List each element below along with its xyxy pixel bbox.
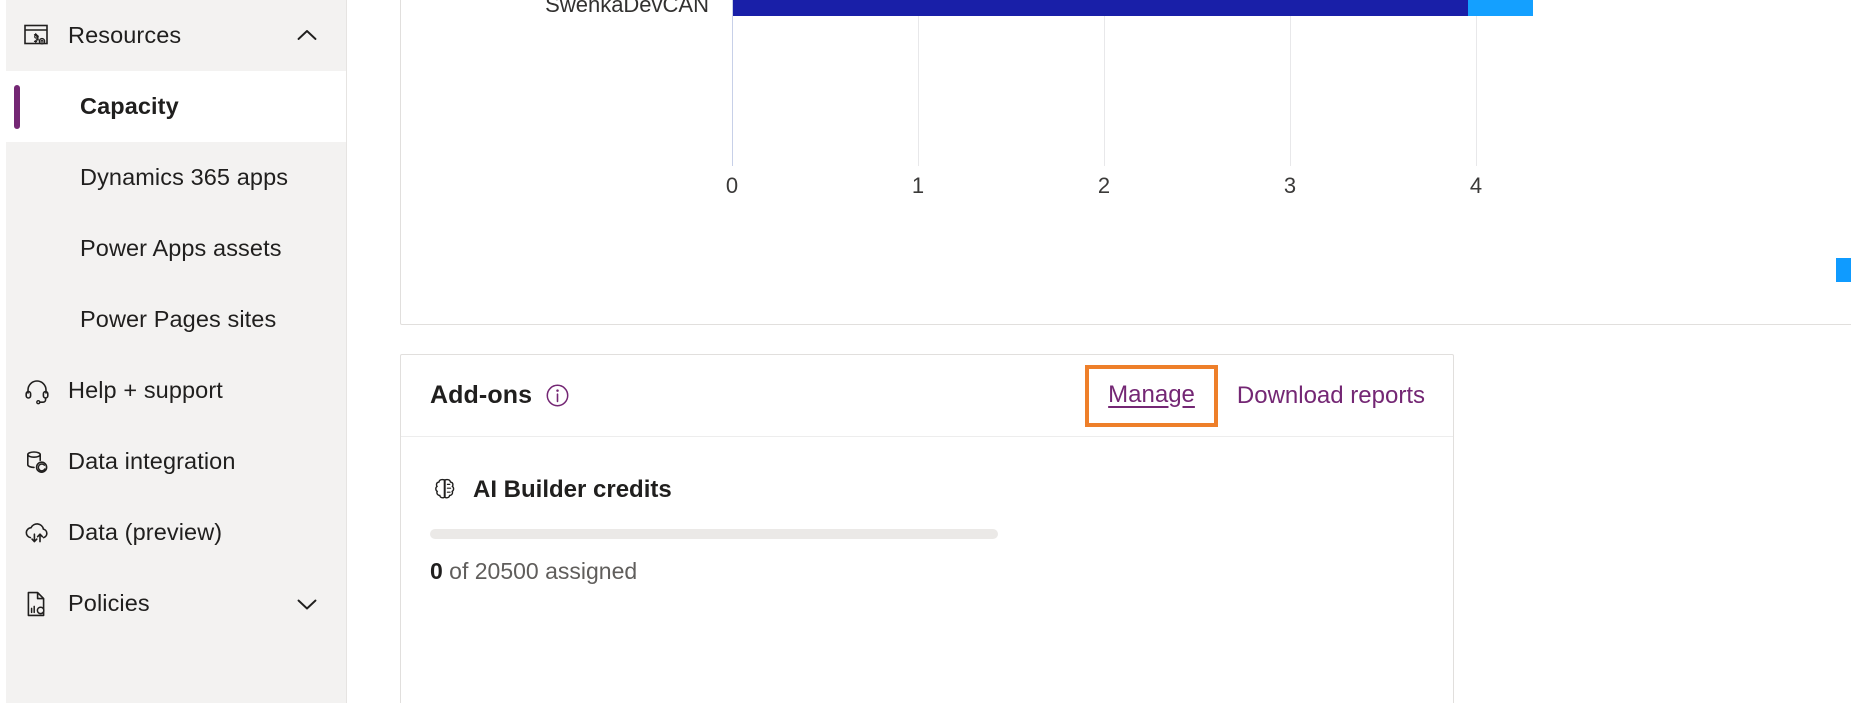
legend-item-database[interactable]: Database xyxy=(1835,256,1851,283)
chart-y-label: SwenkaDevCAN xyxy=(545,0,709,17)
chart-gridline xyxy=(1476,0,1477,166)
sidebar-item-power-pages-sites-label: Power Pages sites xyxy=(80,306,277,332)
capacity-chart: Microsoft Supply Chain Center... SwenkaD… xyxy=(401,0,1851,324)
chart-gridline xyxy=(1104,0,1105,166)
selected-indicator-bar xyxy=(14,84,20,129)
addons-header-actions: Manage Download reports xyxy=(1085,364,1425,427)
addon-progress-bar xyxy=(430,529,998,539)
addon-row: AI Builder credits xyxy=(430,475,1424,504)
chart-x-tick: 1 xyxy=(911,173,925,198)
addon-assigned-suffix: of 20500 assigned xyxy=(442,558,638,584)
addons-card-body: AI Builder credits 0 of 20500 assigned xyxy=(401,437,1453,585)
chart-gridline xyxy=(918,0,919,166)
sidebar-item-data-integration[interactable]: Data integration xyxy=(0,426,346,497)
download-reports-link[interactable]: Download reports xyxy=(1237,382,1425,410)
chart-bar-segment-database[interactable] xyxy=(1468,0,1533,16)
sidebar-item-power-apps-assets[interactable]: Power Apps assets xyxy=(0,213,346,284)
addons-card: Add-ons Manage Download reports AI Build… xyxy=(400,354,1454,703)
sidebar-group-resources[interactable]: Resources xyxy=(0,0,346,71)
sidebar-item-dynamics-365-apps[interactable]: Dynamics 365 apps xyxy=(0,142,346,213)
manage-link-highlight: Manage xyxy=(1085,364,1218,427)
capacity-page: Resources Capacity Dynamics 365 apps Pow… xyxy=(0,0,1851,703)
manage-link[interactable]: Manage xyxy=(1108,381,1195,409)
addons-card-header: Add-ons Manage Download reports xyxy=(401,355,1453,437)
sidebar-item-power-apps-assets-label: Power Apps assets xyxy=(80,235,282,261)
ai-builder-icon xyxy=(430,475,459,504)
chart-bar-segment-file[interactable] xyxy=(733,0,1468,16)
chart-legend: Database File Lo xyxy=(401,256,1851,283)
chart-x-tick: 3 xyxy=(1283,173,1297,198)
policy-document-icon xyxy=(20,587,54,621)
left-navigation-sidebar: Resources Capacity Dynamics 365 apps Pow… xyxy=(0,0,347,703)
chart-gridline xyxy=(732,0,733,166)
sidebar-group-policies-label: Policies xyxy=(68,590,150,616)
addon-assigned-value: 0 xyxy=(430,558,443,584)
sidebar-item-data-integration-label: Data integration xyxy=(68,448,236,474)
chart-gridline xyxy=(1290,0,1291,166)
sidebar-item-help-support[interactable]: Help + support xyxy=(0,355,346,426)
sidebar-group-policies[interactable]: Policies xyxy=(0,568,346,639)
main-content: Microsoft Supply Chain Center... SwenkaD… xyxy=(347,0,1851,703)
chart-x-tick: 4 xyxy=(1469,173,1483,198)
addon-name: AI Builder credits xyxy=(473,475,672,503)
sidebar-item-capacity-label: Capacity xyxy=(80,93,179,119)
chart-x-tick: 2 xyxy=(1097,173,1111,198)
chart-y-axis-labels: Microsoft Supply Chain Center... SwenkaD… xyxy=(401,0,721,166)
chart-plot-area xyxy=(732,0,1851,166)
sidebar-item-help-support-label: Help + support xyxy=(68,377,223,403)
sidebar-item-data-preview[interactable]: Data (preview) xyxy=(0,497,346,568)
cloud-download-icon xyxy=(20,516,54,550)
info-icon[interactable] xyxy=(544,382,571,409)
legend-swatch-database xyxy=(1835,257,1851,282)
chevron-up-icon[interactable] xyxy=(294,23,320,49)
sidebar-item-dynamics-365-apps-label: Dynamics 365 apps xyxy=(80,164,289,190)
headset-icon xyxy=(20,374,54,408)
database-sync-icon xyxy=(20,445,54,479)
addons-title: Add-ons xyxy=(430,381,533,409)
chart-x-tick: 0 xyxy=(725,173,739,198)
sidebar-item-capacity[interactable]: Capacity xyxy=(0,71,346,142)
chart-x-axis-labels: 0 1 2 3 4 xyxy=(726,173,1851,203)
addon-assigned-text: 0 of 20500 assigned xyxy=(430,558,1424,585)
sidebar-group-resources-label: Resources xyxy=(68,22,182,48)
chevron-down-icon[interactable] xyxy=(294,591,320,617)
capacity-chart-card: Microsoft Supply Chain Center... SwenkaD… xyxy=(400,0,1851,325)
resources-icon xyxy=(20,19,54,53)
sidebar-item-power-pages-sites[interactable]: Power Pages sites xyxy=(0,284,346,355)
sidebar-item-data-preview-label: Data (preview) xyxy=(68,519,223,545)
